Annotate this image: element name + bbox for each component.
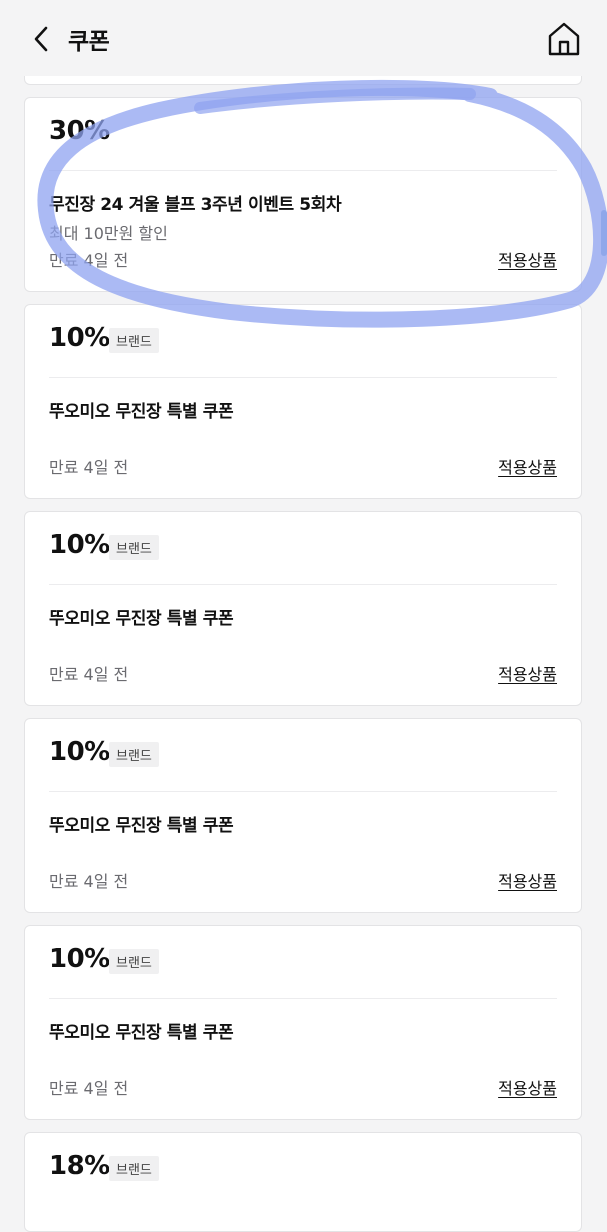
coupon-card[interactable]: 10% 브랜드 뚜오미오 무진장 특별 쿠폰 만료 4일 전 적용상품 xyxy=(24,304,582,499)
coupon-expiry: 만료 4일 전 xyxy=(49,251,129,270)
coupon-name: 뚜오미오 무진장 특별 쿠폰 xyxy=(49,1023,234,1043)
coupon-discount: 10% xyxy=(49,323,110,353)
coupon-divider xyxy=(49,584,557,585)
coupon-card[interactable]: 18% 브랜드 xyxy=(24,1132,582,1232)
coupon-divider xyxy=(49,791,557,792)
applicable-products-link[interactable]: 적용상품 xyxy=(498,661,557,685)
coupon-name: 뚜오미오 무진장 특별 쿠폰 xyxy=(49,609,234,629)
applicable-products-link[interactable]: 적용상품 xyxy=(498,868,557,892)
coupon-divider xyxy=(49,170,557,171)
home-icon[interactable] xyxy=(546,20,582,58)
chevron-left-icon[interactable] xyxy=(28,24,56,54)
coupon-name: 뚜오미오 무진장 특별 쿠폰 xyxy=(49,816,234,836)
brand-badge: 브랜드 xyxy=(109,742,159,767)
brand-badge: 브랜드 xyxy=(109,535,159,560)
coupon-expiry: 만료 4일 전 xyxy=(49,1079,129,1098)
coupon-expiry: 만료 4일 전 xyxy=(49,458,129,477)
brand-badge: 브랜드 xyxy=(109,1156,159,1181)
coupon-divider xyxy=(49,377,557,378)
coupon-discount: 30% xyxy=(49,116,110,146)
coupon-expiry: 만료 4일 전 xyxy=(49,872,129,891)
coupon-name: 무진장 24 겨울 블프 3주년 이벤트 5회차 xyxy=(49,195,342,215)
coupon-max-discount: 최대 10만원 할인 xyxy=(49,224,168,243)
coupon-discount: 18% xyxy=(49,1151,110,1181)
coupon-name: 뚜오미오 무진장 특별 쿠폰 xyxy=(49,402,234,422)
coupon-expiry: 만료 4일 전 xyxy=(49,665,129,684)
applicable-products-link[interactable]: 적용상품 xyxy=(498,1075,557,1099)
coupon-card[interactable]: 10% 브랜드 뚜오미오 무진장 특별 쿠폰 만료 4일 전 적용상품 xyxy=(24,718,582,913)
brand-badge: 브랜드 xyxy=(109,949,159,974)
coupon-discount: 10% xyxy=(49,530,110,560)
coupon-card[interactable]: 10% 브랜드 뚜오미오 무진장 특별 쿠폰 만료 4일 전 적용상품 xyxy=(24,925,582,1120)
scrollbar-thumb[interactable] xyxy=(601,210,607,256)
applicable-products-link[interactable]: 적용상품 xyxy=(498,247,557,271)
top-bar: 쿠폰 xyxy=(0,0,607,76)
applicable-products-link[interactable]: 적용상품 xyxy=(498,454,557,478)
brand-badge: 브랜드 xyxy=(109,328,159,353)
page-title: 쿠폰 xyxy=(68,29,110,55)
coupon-discount: 10% xyxy=(49,737,110,767)
coupon-discount: 10% xyxy=(49,944,110,974)
coupon-divider xyxy=(49,998,557,999)
coupon-card[interactable]: 30% 무진장 24 겨울 블프 3주년 이벤트 5회차 최대 10만원 할인 … xyxy=(24,97,582,292)
coupon-card[interactable]: 10% 브랜드 뚜오미오 무진장 특별 쿠폰 만료 4일 전 적용상품 xyxy=(24,511,582,706)
